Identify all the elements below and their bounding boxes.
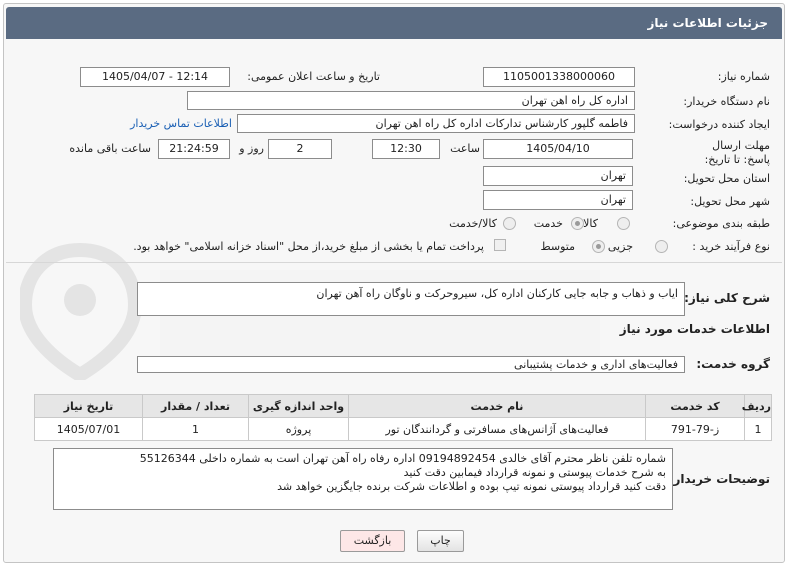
- cell-date: 1405/07/01: [34, 417, 143, 441]
- header-title: جزئیات اطلاعات نیاز: [647, 16, 768, 30]
- col-header-qty: تعداد / مقدار: [142, 394, 249, 418]
- col-header-name: نام خدمت: [348, 394, 646, 418]
- summary-field[interactable]: ایاب و ذهاب و جابه جایی کارکنان اداره کل…: [137, 282, 685, 316]
- category-option-service: خدمت: [533, 217, 563, 230]
- notes-line-2: به شرح خدمات پیوستی و نمونه قرارداد فیما…: [403, 466, 666, 479]
- need-number-field[interactable]: 1105001338000060: [483, 67, 635, 87]
- purchase-radio-medium[interactable]: [592, 240, 605, 253]
- notes-line-3: دقت کنید قرارداد پیوستی نمونه تیپ بوده و…: [277, 480, 666, 493]
- category-option-goods-service: کالا/خدمت: [449, 217, 497, 230]
- service-group-field[interactable]: فعالیت‌های اداری و خدمات پشتیبانی: [137, 356, 685, 373]
- section-divider: [6, 262, 782, 263]
- cell-row-num: 1: [744, 417, 772, 441]
- buyer-org-label: نام دستگاه خریدار:: [683, 95, 770, 108]
- requester-field[interactable]: فاطمه گلپور کارشناس تدارکات اداره کل راه…: [237, 114, 635, 133]
- back-button[interactable]: بازگشت: [340, 530, 405, 552]
- category-radio-service[interactable]: [571, 217, 584, 230]
- category-radio-goods-service[interactable]: [503, 217, 516, 230]
- requester-label: ایجاد کننده درخواست:: [668, 118, 770, 131]
- summary-label: شرح کلی نیاز:: [684, 291, 770, 305]
- category-label: طبقه بندی موضوعی:: [672, 217, 770, 230]
- announce-label: تاریخ و ساعت اعلان عمومی:: [247, 70, 380, 83]
- service-group-label: گروه خدمت:: [696, 357, 770, 371]
- remaining-label: ساعت باقی مانده: [69, 142, 151, 155]
- table-row[interactable]: 1 ز-79-791 فعالیت‌های آژانس‌های مسافرتی …: [34, 417, 772, 441]
- services-section-title: اطلاعات خدمات مورد نیاز: [619, 322, 770, 336]
- cell-unit: پروژه: [248, 417, 349, 441]
- col-header-unit: واحد اندازه گیری: [248, 394, 349, 418]
- province-label: استان محل تحویل:: [683, 172, 770, 185]
- col-header-date: تاریخ نیاز: [34, 394, 143, 418]
- days-field[interactable]: 2: [268, 139, 332, 159]
- need-number-label: شماره نیاز:: [717, 70, 770, 83]
- notes-label: توضیحات خریدار:: [668, 472, 770, 486]
- purchase-option-medium: متوسط: [540, 240, 575, 253]
- city-field[interactable]: تهران: [483, 190, 633, 210]
- announce-field[interactable]: 1405/04/07 - 12:14: [80, 67, 230, 87]
- table-header-row: ردیف کد خدمت نام خدمت واحد اندازه گیری ت…: [34, 394, 772, 418]
- category-option-goods: کالا: [583, 217, 598, 230]
- cell-name: فعالیت‌های آژانس‌های مسافرتی و گردانندگا…: [348, 417, 646, 441]
- category-radio-goods[interactable]: [617, 217, 630, 230]
- deadline-time-field[interactable]: 12:30: [372, 139, 440, 159]
- panel-header: جزئیات اطلاعات نیاز: [6, 7, 782, 39]
- print-button[interactable]: چاپ: [417, 530, 464, 552]
- buyer-contact-link[interactable]: اطلاعات تماس خریدار: [130, 117, 232, 130]
- purchase-radio-minor[interactable]: [655, 240, 668, 253]
- purchase-option-minor: جزیی: [607, 240, 633, 253]
- deadline-label: مهلت ارسال پاسخ: تا تاریخ:: [704, 139, 770, 166]
- deadline-date-field[interactable]: 1405/04/10: [483, 139, 633, 159]
- days-label: روز و: [239, 142, 264, 155]
- deadline-time-label: ساعت: [450, 142, 480, 155]
- notes-line-1: شماره تلفن ناظر محترم آقای خالدی 0919489…: [139, 452, 666, 465]
- services-table: ردیف کد خدمت نام خدمت واحد اندازه گیری ت…: [34, 394, 772, 441]
- cell-qty: 1: [142, 417, 249, 441]
- province-field[interactable]: تهران: [483, 166, 633, 186]
- purchase-type-label: نوع فرآیند خرید :: [692, 240, 770, 253]
- notes-field[interactable]: شماره تلفن ناظر محترم آقای خالدی 0919489…: [53, 448, 673, 510]
- city-label: شهر محل تحویل:: [690, 195, 770, 208]
- col-header-code: کد خدمت: [645, 394, 745, 418]
- treasury-checkbox[interactable]: [494, 239, 506, 251]
- buyer-org-field[interactable]: اداره کل راه اهن تهران: [187, 91, 635, 110]
- treasury-checkbox-text: پرداخت تمام یا بخشی از مبلغ خرید،از محل …: [133, 240, 484, 253]
- remaining-time-field[interactable]: 21:24:59: [158, 139, 230, 159]
- col-header-row-num: ردیف: [742, 394, 772, 418]
- cell-code: ز-79-791: [645, 417, 745, 441]
